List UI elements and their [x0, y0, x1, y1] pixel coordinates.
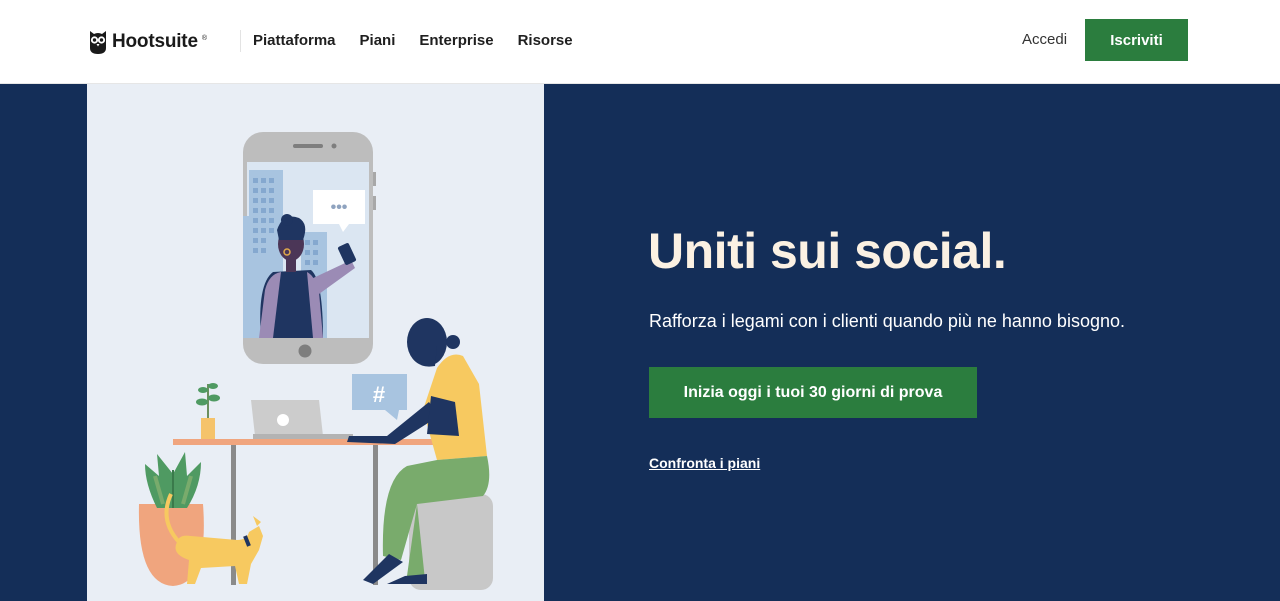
site-header: Hootsuite ® Piattaforma Piani Enterprise…: [0, 0, 1280, 84]
phone-illustration: •••: [243, 132, 376, 364]
hashtag-bubble: #: [352, 374, 407, 420]
login-link[interactable]: Accedi: [1022, 31, 1067, 48]
nav-item-piattaforma[interactable]: Piattaforma: [253, 32, 336, 49]
signup-button[interactable]: Iscriviti: [1085, 19, 1188, 61]
remote-work-illustration: ••• #: [138, 132, 493, 590]
nav-item-risorse[interactable]: Risorse: [518, 32, 573, 49]
logo-wordmark: Hootsuite: [112, 31, 198, 52]
logo-registered-mark: ®: [201, 34, 207, 42]
owl-logo-icon: [90, 31, 106, 54]
hootsuite-logo[interactable]: Hootsuite ®: [88, 28, 207, 56]
hashtag-text: #: [373, 382, 385, 407]
main-nav: Piattaforma Piani Enterprise Risorse: [253, 0, 573, 80]
chat-bubble-dots: •••: [331, 199, 348, 216]
nav-divider: [240, 30, 241, 52]
nav-item-enterprise[interactable]: Enterprise: [419, 32, 493, 49]
nav-item-piani[interactable]: Piani: [360, 32, 396, 49]
hero-illustration: ••• #: [87, 84, 544, 601]
start-trial-button[interactable]: Inizia oggi i tuoi 30 giorni di prova: [649, 367, 977, 418]
hero-headline: Uniti sui social.: [648, 223, 1007, 279]
compare-plans-link[interactable]: Confronta i piani: [649, 455, 760, 471]
hero-subtext: Rafforza i legami con i clienti quando p…: [649, 311, 1125, 331]
